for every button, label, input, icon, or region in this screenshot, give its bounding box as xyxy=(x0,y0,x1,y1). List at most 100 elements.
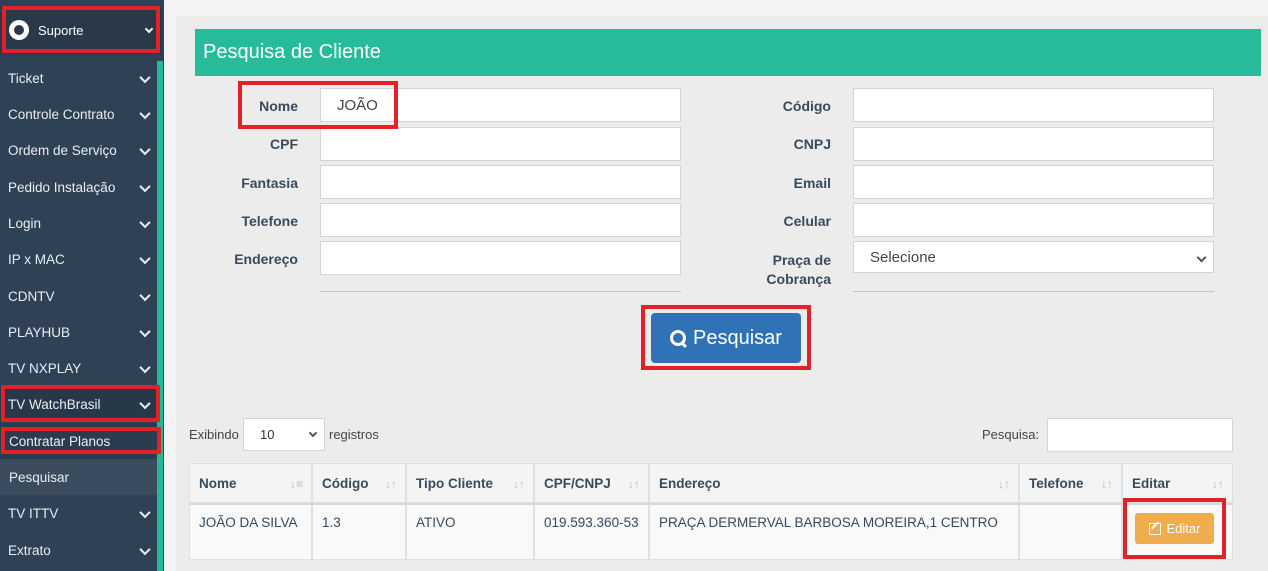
chevron-down-icon xyxy=(141,546,149,554)
endereco-input[interactable] xyxy=(320,241,681,275)
column-header-tipo-cliente[interactable]: Tipo Cliente ↓↑ xyxy=(406,463,534,503)
sort-icon: ↓↑ xyxy=(1212,477,1224,491)
column-header-nome[interactable]: Nome ↓≡ xyxy=(189,463,312,503)
sidebar-item-label: TV ITTV xyxy=(8,505,59,521)
editar-button[interactable]: Editar xyxy=(1135,513,1214,544)
sidebar-item-label: PLAYHUB xyxy=(8,324,71,340)
codigo-label: Código xyxy=(782,98,831,114)
chevron-down-icon xyxy=(308,428,318,438)
column-header-label: CPF/CNPJ xyxy=(544,475,611,491)
sidebar-accent-bar xyxy=(157,61,163,571)
column-header-codigo[interactable]: Código ↓↑ xyxy=(312,463,406,503)
fantasia-label: Fantasia xyxy=(241,175,298,191)
praca-cobranca-value: Selecione xyxy=(870,248,936,266)
sort-icon: ↓↑ xyxy=(513,477,525,491)
cnpj-input[interactable] xyxy=(853,127,1214,161)
column-header-editar[interactable]: Editar ↓↑ xyxy=(1122,463,1233,503)
pesquisar-button-label: Pesquisar xyxy=(693,326,782,349)
top-strip xyxy=(176,0,1268,16)
cell-tipo: ATIVO xyxy=(406,503,534,560)
show-suffix: registros xyxy=(329,427,379,442)
praca-cobranca-select[interactable]: Selecione xyxy=(853,241,1214,273)
edit-icon xyxy=(1148,522,1161,535)
nome-input[interactable]: JOÃO xyxy=(320,88,681,122)
chevron-down-icon xyxy=(141,183,149,191)
column-header-label: Nome xyxy=(199,475,237,491)
sidebar-item-label: Pedido Instalação xyxy=(8,179,116,195)
sidebar-item-tv-ittv[interactable]: TV ITTV xyxy=(0,495,157,531)
sidebar-item-login[interactable]: Login xyxy=(0,205,157,241)
sidebar-item-tv-nxplay[interactable]: TV NXPLAY xyxy=(0,350,157,386)
chevron-down-icon xyxy=(141,364,149,372)
sidebar-item-label: Extrato xyxy=(8,542,51,558)
column-header-endereco[interactable]: Endereço ↓↑ xyxy=(649,463,1019,503)
chevron-down-icon xyxy=(1196,252,1207,263)
sidebar-item-playhub[interactable]: PLAYHUB xyxy=(0,314,157,350)
chevron-down-icon xyxy=(141,292,149,300)
celular-input[interactable] xyxy=(853,203,1214,237)
email-label: Email xyxy=(793,175,831,191)
show-prefix: Exibindo xyxy=(189,427,239,442)
email-input[interactable] xyxy=(853,165,1214,199)
fantasia-input[interactable] xyxy=(320,165,681,199)
column-header-cpf-cnpj[interactable]: CPF/CNPJ ↓↑ xyxy=(534,463,649,503)
pesquisar-button[interactable]: Pesquisar xyxy=(651,313,801,363)
sidebar-item-ordem-servico[interactable]: Ordem de Serviço xyxy=(0,132,157,168)
sidebar-item-extrato[interactable]: Extrato xyxy=(0,532,157,568)
sort-icon: ↓↑ xyxy=(628,477,640,491)
cell-nome: JOÃO DA SILVA xyxy=(189,503,312,560)
divider xyxy=(320,291,681,292)
sidebar-item-label: Login xyxy=(8,215,42,231)
column-header-label: Endereço xyxy=(659,475,721,491)
search-icon xyxy=(670,329,687,347)
editar-button-label: Editar xyxy=(1166,521,1201,536)
sidebar-subitem-pesquisar[interactable]: Pesquisar xyxy=(0,459,157,495)
divider xyxy=(853,291,1214,292)
column-header-label: Editar xyxy=(1132,475,1171,491)
praca-label-line1: Praça de xyxy=(772,252,831,268)
chevron-down-icon xyxy=(144,24,154,34)
praca-cobranca-label: Praça de Cobrança xyxy=(711,251,831,289)
sidebar-item-ticket[interactable]: Ticket xyxy=(0,60,157,96)
sidebar-header-label: Suporte xyxy=(38,22,84,38)
chevron-down-icon xyxy=(141,509,149,517)
cpf-input[interactable] xyxy=(320,127,681,161)
cell-telefone xyxy=(1019,503,1122,560)
column-header-label: Tipo Cliente xyxy=(416,475,494,491)
sidebar-item-label: Ticket xyxy=(8,70,44,86)
table-search-input[interactable] xyxy=(1047,418,1233,452)
sort-icon: ↓↑ xyxy=(385,477,397,491)
sidebar-item-label: IP x MAC xyxy=(8,251,65,267)
cell-endereco: PRAÇA DERMERVAL BARBOSA MOREIRA,1 CENTRO xyxy=(649,503,1019,560)
page-length-select[interactable]: 10 xyxy=(243,418,325,451)
chevron-down-icon xyxy=(141,219,149,227)
cnpj-label: CNPJ xyxy=(793,136,831,152)
sidebar-item-tv-watchbrasil[interactable]: TV WatchBrasil xyxy=(0,386,157,422)
sidebar-header-suporte[interactable]: Suporte xyxy=(0,6,162,54)
sidebar-item-ip-mac[interactable]: IP x MAC xyxy=(0,241,157,277)
sidebar-item-cdntv[interactable]: CDNTV xyxy=(0,278,157,314)
column-header-telefone[interactable]: Telefone ↓↑ xyxy=(1019,463,1122,503)
codigo-input[interactable] xyxy=(853,88,1214,122)
sort-icon: ↓↑ xyxy=(1101,477,1113,491)
sidebar-subitem-contratar-planos[interactable]: Contratar Planos xyxy=(0,423,157,459)
chevron-down-icon xyxy=(141,110,149,118)
praca-label-line2: Cobrança xyxy=(766,271,831,287)
celular-label: Celular xyxy=(783,213,831,229)
page-title: Pesquisa de Cliente xyxy=(195,29,1261,76)
sidebar-item-label: Ordem de Serviço xyxy=(8,142,117,158)
sidebar-item-label: TV NXPLAY xyxy=(8,360,82,376)
telefone-input[interactable] xyxy=(320,203,681,237)
column-header-label: Telefone xyxy=(1029,475,1084,491)
sidebar-item-label: Controle Contrato xyxy=(8,106,115,122)
sort-asc-icon: ↓≡ xyxy=(289,477,303,491)
chevron-down-icon xyxy=(141,146,149,154)
sidebar-item-pedido-instalacao[interactable]: Pedido Instalação xyxy=(0,169,157,205)
sidebar-subitem-label: Pesquisar xyxy=(9,469,70,485)
table-search-label: Pesquisa: xyxy=(982,427,1040,442)
nome-label: Nome xyxy=(259,98,298,114)
sidebar-item-controle-contrato[interactable]: Controle Contrato xyxy=(0,96,157,132)
chevron-down-icon xyxy=(141,255,149,263)
cell-cpf: 019.593.360-53 xyxy=(534,503,649,560)
chevron-down-icon xyxy=(141,328,149,336)
